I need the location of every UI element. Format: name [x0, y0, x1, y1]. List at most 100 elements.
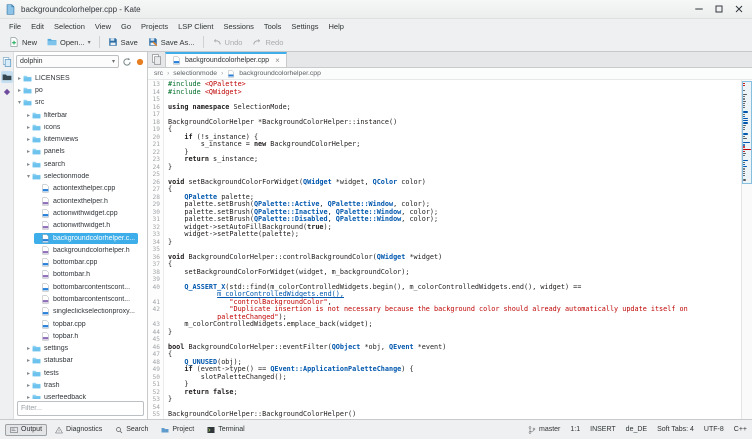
- toolview-button-terminal[interactable]: Terminal: [202, 424, 249, 436]
- maximize-button[interactable]: [713, 3, 725, 15]
- chevron-down-icon[interactable]: ▾: [25, 173, 32, 180]
- tree-item[interactable]: ▸filterbar: [14, 109, 147, 121]
- status-c-[interactable]: C++: [734, 426, 747, 433]
- tree-item[interactable]: ▸trash: [14, 379, 147, 391]
- chevron-right-icon[interactable]: ▸: [25, 382, 32, 389]
- minimap-scrollbar[interactable]: [741, 80, 752, 419]
- tree-item[interactable]: actiontexthelper.h: [14, 195, 147, 207]
- chevron-right-icon[interactable]: ▸: [25, 370, 32, 377]
- code-line[interactable]: void BackgroundColorHelper::controlBackg…: [168, 254, 741, 262]
- code-line[interactable]: }: [168, 396, 741, 404]
- tree-item[interactable]: ▸settings: [14, 343, 147, 355]
- chevron-right-icon[interactable]: ▸: [25, 136, 32, 143]
- code-line[interactable]: bool BackgroundColorHelper::eventFilter(…: [168, 344, 741, 352]
- tree-item[interactable]: actionwithwidget.h: [14, 220, 147, 232]
- tree-item[interactable]: ▸panels: [14, 146, 147, 158]
- tree-item[interactable]: topbar.h: [14, 330, 147, 342]
- code-line[interactable]: using namespace SelectionMode;: [168, 104, 741, 112]
- redo-button[interactable]: Redo: [247, 35, 288, 49]
- minimize-button[interactable]: [693, 3, 705, 15]
- menu-projects[interactable]: Projects: [136, 21, 173, 32]
- code-line[interactable]: s_instance = new BackgroundColorHelper;: [168, 141, 741, 149]
- menu-view[interactable]: View: [90, 21, 116, 32]
- code-line[interactable]: }: [168, 239, 741, 247]
- tree-item[interactable]: actionwithwidget.cpp: [14, 207, 147, 219]
- code-line[interactable]: return s_instance;: [168, 156, 741, 164]
- status-soft-tabs-4[interactable]: Soft Tabs: 4: [657, 426, 694, 433]
- menu-lsp-client[interactable]: LSP Client: [173, 21, 218, 32]
- menu-go[interactable]: Go: [116, 21, 136, 32]
- chevron-right-icon[interactable]: ▸: [25, 394, 32, 399]
- tree-item[interactable]: singleclickselectionproxy...: [14, 306, 147, 318]
- tree-item[interactable]: bottombar.h: [14, 269, 147, 281]
- code-line[interactable]: void setBackgroundColorForWidget(QWidget…: [168, 179, 741, 187]
- tree-item[interactable]: ▸icons: [14, 121, 147, 133]
- tab-backgroundcolorhelper.cpp[interactable]: backgroundcolorhelper.cpp×: [165, 52, 287, 67]
- tree-item[interactable]: topbar.cpp: [14, 318, 147, 330]
- code-line[interactable]: BackgroundColorHelper::BackgroundColorHe…: [168, 411, 741, 419]
- tree-item[interactable]: backgroundcolorhelper.h: [14, 244, 147, 256]
- chevron-down-icon[interactable]: ▾: [16, 99, 23, 106]
- projects-toolview-button[interactable]: [1, 71, 13, 83]
- tree-item[interactable]: backgroundcolorhelper.c...: [14, 232, 147, 244]
- save-button[interactable]: Save: [103, 35, 143, 49]
- chevron-right-icon[interactable]: ▸: [16, 87, 23, 94]
- tree-item[interactable]: ▸statusbar: [14, 355, 147, 367]
- tree-item[interactable]: ▸LICENSES: [14, 72, 147, 84]
- chevron-right-icon[interactable]: ▸: [25, 345, 32, 352]
- chevron-right-icon[interactable]: ▸: [25, 124, 32, 131]
- tree-item[interactable]: ▾selectionmode: [14, 170, 147, 182]
- breadcrumb-item[interactable]: src: [154, 70, 163, 77]
- toolview-button-project[interactable]: Project: [156, 424, 199, 436]
- code-line[interactable]: return false;: [168, 389, 741, 397]
- menu-help[interactable]: Help: [324, 21, 349, 32]
- code-editor[interactable]: #include <QPalette>#include <QWidget> us…: [164, 80, 741, 419]
- tree-item[interactable]: ▾src: [14, 97, 147, 109]
- tree-item[interactable]: ▸search: [14, 158, 147, 170]
- tab-close-icon[interactable]: ×: [275, 57, 280, 65]
- open--button[interactable]: Open...▾: [42, 35, 96, 49]
- project-status-icon[interactable]: [135, 57, 145, 67]
- toolview-button-output[interactable]: Output: [5, 424, 47, 436]
- undo-button[interactable]: Undo: [207, 35, 248, 49]
- document-list-icon[interactable]: [148, 52, 165, 67]
- tree-item[interactable]: bottombarcontentscont...: [14, 293, 147, 305]
- menu-settings[interactable]: Settings: [286, 21, 323, 32]
- close-button[interactable]: [733, 3, 745, 15]
- code-line[interactable]: setBackgroundColorForWidget(widget, m_ba…: [168, 269, 741, 277]
- menu-file[interactable]: File: [4, 21, 26, 32]
- chevron-right-icon[interactable]: ▸: [25, 148, 32, 155]
- chevron-right-icon[interactable]: ▸: [25, 112, 32, 119]
- tree-item[interactable]: ▸userfeedback: [14, 392, 147, 399]
- code-line[interactable]: BackgroundColorHelper *BackgroundColorHe…: [168, 119, 741, 127]
- code-line[interactable]: }: [168, 329, 741, 337]
- toolview-button-search[interactable]: Search: [110, 424, 153, 436]
- menu-selection[interactable]: Selection: [49, 21, 90, 32]
- menu-edit[interactable]: Edit: [26, 21, 49, 32]
- code-line[interactable]: widget->setPalette(palette);: [168, 231, 741, 239]
- status-utf-8[interactable]: UTF-8: [704, 426, 724, 433]
- code-line[interactable]: slotPaletteChanged();: [168, 374, 741, 382]
- documents-toolview-button[interactable]: [1, 56, 13, 68]
- code-line[interactable]: {: [168, 351, 741, 359]
- breadcrumb-item[interactable]: selectionmode: [173, 70, 217, 77]
- tree-item[interactable]: actiontexthelper.cpp: [14, 183, 147, 195]
- breadcrumb-item[interactable]: backgroundcolorhelper.cpp: [239, 70, 321, 77]
- status-1-1[interactable]: 1:1: [570, 426, 580, 433]
- symbols-toolview-button[interactable]: [1, 86, 13, 98]
- tree-item[interactable]: ▸kitemviews: [14, 133, 147, 145]
- menu-tools[interactable]: Tools: [259, 21, 287, 32]
- tree-item[interactable]: bottombarcontentscont...: [14, 281, 147, 293]
- code-line[interactable]: #include <QPalette>: [168, 81, 741, 89]
- tree-item[interactable]: ▸tests: [14, 367, 147, 379]
- new-button[interactable]: New: [4, 35, 42, 49]
- chevron-right-icon[interactable]: ▸: [25, 357, 32, 364]
- reload-project-button[interactable]: [122, 57, 132, 67]
- tree-item[interactable]: bottombar.cpp: [14, 256, 147, 268]
- toolview-button-diagnostics[interactable]: Diagnostics: [50, 424, 107, 436]
- code-line[interactable]: #include <QWidget>: [168, 89, 741, 97]
- code-line[interactable]: }: [168, 164, 741, 172]
- tree-item[interactable]: ▸po: [14, 84, 147, 96]
- project-filter-input[interactable]: [17, 401, 144, 416]
- status-insert[interactable]: INSERT: [590, 426, 616, 433]
